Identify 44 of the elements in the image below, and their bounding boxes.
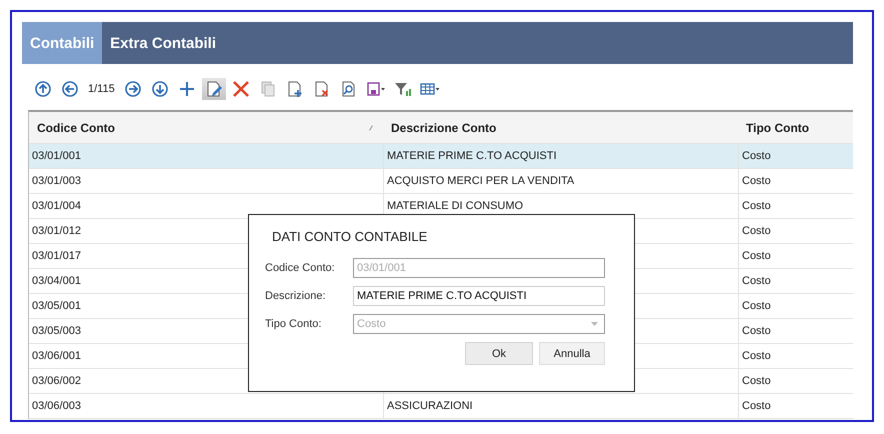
table-cell: Costo [742,350,771,362]
table-cell: Costo [742,400,771,412]
field-label: Codice Conto: [265,262,336,274]
field-label: Tipo Conto: [265,318,322,330]
column-header[interactable]: Codice Conto [29,112,383,143]
field-label: Descrizione: [265,290,327,302]
table-cell: Costo [742,175,771,187]
table-row[interactable]: 03/06/003 ASSICURAZIONI Costo [29,394,853,419]
table-cell: 03/04/001 [32,275,81,287]
table-cell: 03/01/017 [32,250,81,262]
table-cell: Costo [742,375,771,387]
table-cell: Costo [742,275,771,287]
table-cell: 03/01/012 [32,225,81,237]
table-cell: Costo [742,250,771,262]
table-cell: Costo [742,325,771,337]
table-cell: 03/01/001 [32,150,81,162]
table-cell: Costo [742,300,771,312]
sort-icon [369,124,373,130]
table-cell: Costo [742,150,771,162]
record-counter: 1/115 [88,83,115,95]
table-cell: MATERIE PRIME C.TO ACQUISTI [387,150,557,162]
table-row[interactable]: 03/01/001 MATERIE PRIME C.TO ACQUISTI Costo [29,144,853,169]
table-cell: 03/01/003 [32,175,81,187]
column-header[interactable]: Tipo Conto [738,112,853,143]
table-row[interactable]: 03/01/003 ACQUISTO MERCI PER LA VENDITA Costo [29,169,853,194]
table-cell: 03/05/003 [32,325,81,337]
table-cell: 03/06/003 [32,400,81,412]
cancel-button[interactable]: Annulla [539,342,605,365]
table-cell: Costo [742,200,771,212]
column-header[interactable]: Descrizione Conto [383,112,738,143]
table-cell: 03/06/001 [32,350,81,362]
table-cell: 03/01/004 [32,200,81,212]
dropdown-arrow-icon [591,322,598,326]
table-cell: ACQUISTO MERCI PER LA VENDITA [387,175,574,187]
table-cell: 03/06/002 [32,375,81,387]
table-cell: MATERIALE DI CONSUMO [387,200,524,212]
input-field[interactable]: MATERIE PRIME C.TO ACQUISTI [353,286,605,306]
table-cell: ASSICURAZIONI [387,400,473,412]
dialog-title: DATI CONTO CONTABILE [272,229,428,244]
table-cell: Costo [742,225,771,237]
tab[interactable]: Extra Contabili [102,22,224,64]
edit-document-icon[interactable] [202,78,226,100]
table-cell: 03/05/001 [32,300,81,312]
ok-button[interactable]: Ok [465,342,533,365]
